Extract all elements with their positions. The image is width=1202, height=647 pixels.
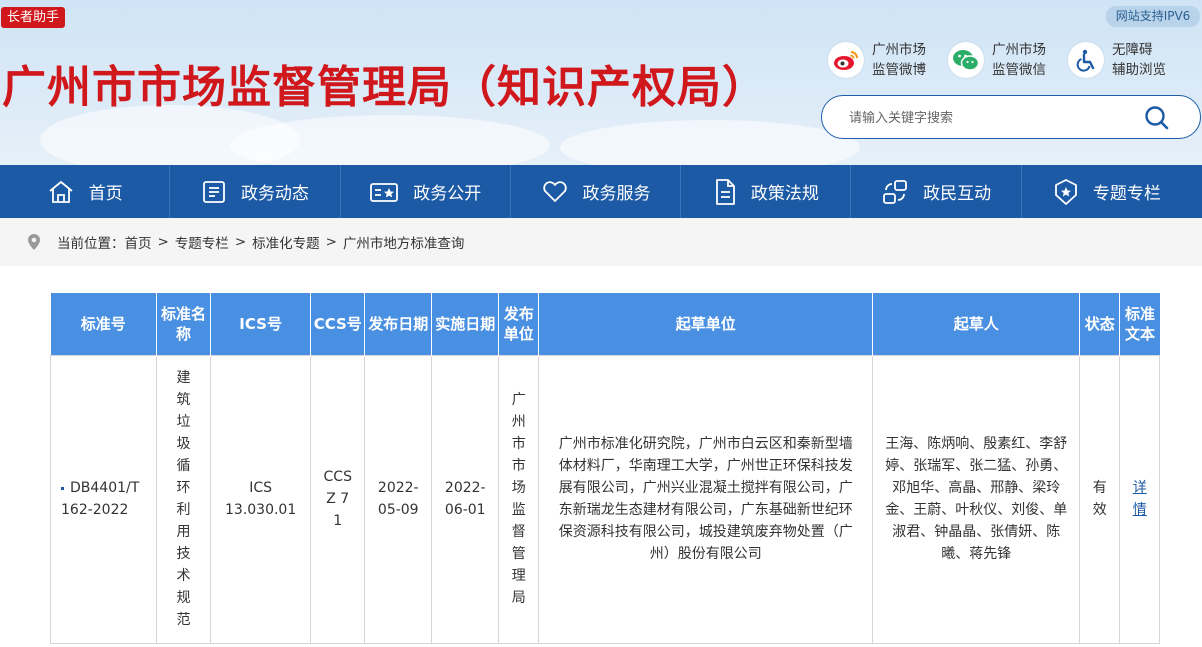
- col-header-ccs: CCS号: [310, 293, 366, 355]
- wechat-icon: [948, 42, 984, 78]
- cell-drafters: 王海、陈炳响、殷素红、李舒婷、张瑞军、张二猛、孙勇、邓旭华、高晶、邢静、梁玲金、…: [872, 354, 1081, 644]
- cell-standard-no: DB4401/T 162-2022: [50, 354, 157, 644]
- main-nav: 首页 政务动态 政务公开 政务服务 政策法规 政民互动 专题专栏: [0, 165, 1202, 218]
- nav-label: 政策法规: [750, 184, 819, 204]
- col-header-ics: ICS号: [210, 293, 312, 355]
- col-header-publisher: 发布单位: [498, 293, 540, 355]
- quick-link-line1: 广州市场: [872, 42, 926, 58]
- quick-link-line2: 监管微信: [992, 62, 1046, 78]
- breadcrumb-separator: >: [234, 234, 247, 250]
- cell-publish-date: 2022-05-09: [364, 354, 433, 644]
- ipv6-badge: 网站支持IPV6: [1106, 6, 1200, 27]
- home-icon: [49, 180, 73, 203]
- site-header: 长者助手 网站支持IPV6 广州市市场监督管理局（知识产权局） 广州市场 监管微…: [0, 0, 1202, 165]
- nav-news[interactable]: 政务动态: [170, 165, 341, 218]
- search-box: [821, 95, 1201, 139]
- standards-table: 标准号 标准名称 ICS号 CCS号 发布日期 实施日期 发布单位 起草单位 起…: [50, 293, 1161, 644]
- cell-drafting-units: 广州市标准化研究院，广州市白云区和秦新型墙体材料厂，华南理工大学，广州世正环保科…: [538, 354, 874, 644]
- nav-interaction[interactable]: 政民互动: [851, 165, 1022, 218]
- elder-assistant-button[interactable]: 长者助手: [1, 7, 66, 28]
- breadcrumb-separator: >: [157, 234, 169, 250]
- breadcrumb-current[interactable]: 广州市地方标准查询: [343, 232, 465, 252]
- header-decoration: [230, 115, 550, 165]
- weibo-icon: [828, 42, 864, 78]
- search-icon: [1145, 106, 1169, 130]
- nav-label: 首页: [88, 184, 123, 204]
- interaction-icon: [883, 179, 908, 204]
- standard-no-text: DB4401/T 162-2022: [61, 480, 140, 518]
- detail-link[interactable]: 详情: [1133, 480, 1147, 518]
- quick-link-wechat[interactable]: 广州市场 监管微信: [948, 40, 1054, 80]
- col-header-standard-no: 标准号: [50, 293, 157, 355]
- col-header-standard-name: 标准名称: [156, 293, 211, 355]
- cell-ccs: CCS Z 71: [310, 354, 366, 644]
- breadcrumb-separator: >: [325, 234, 337, 250]
- quick-link-line1: 广州市场: [992, 42, 1046, 58]
- col-header-publish-date: 发布日期: [364, 293, 433, 355]
- col-header-drafting-units: 起草单位: [538, 293, 874, 355]
- nav-topics[interactable]: 专题专栏: [1022, 165, 1192, 218]
- breadcrumb-topics[interactable]: 专题专栏: [175, 232, 229, 252]
- badge-icon: [1055, 178, 1077, 205]
- cell-ics: ICS 13.030.01: [209, 354, 312, 644]
- header-decoration: [560, 120, 860, 165]
- breadcrumb: 当前位置： 首页 > 专题专栏 > 标准化专题 > 广州市地方标准查询: [0, 218, 1202, 266]
- breadcrumb-prefix: 当前位置：: [57, 236, 125, 252]
- breadcrumb-standardization[interactable]: 标准化专题: [252, 232, 320, 252]
- disclosure-icon: [370, 182, 399, 202]
- cell-publisher: 广州市市场监督管理局: [498, 354, 540, 644]
- accessibility-icon: [1068, 42, 1104, 78]
- nav-home[interactable]: 首页: [0, 165, 171, 218]
- nav-label: 专题专栏: [1092, 184, 1161, 204]
- cell-text: 详情: [1119, 354, 1161, 644]
- breadcrumb-home[interactable]: 首页: [125, 232, 152, 252]
- table-header-row: 标准号 标准名称 ICS号 CCS号 发布日期 实施日期 发布单位 起草单位 起…: [50, 293, 1160, 355]
- col-header-status: 状态: [1079, 293, 1121, 355]
- nav-label: 政务公开: [413, 184, 482, 204]
- cell-implement-date: 2022-06-01: [431, 354, 500, 644]
- search-button[interactable]: [1132, 102, 1182, 134]
- bullet-icon: [61, 486, 64, 490]
- quick-link-line2: 监管微博: [872, 62, 926, 78]
- quick-link-weibo[interactable]: 广州市场 监管微博: [828, 40, 934, 80]
- cell-standard-name: 建筑垃圾循环利用技术规范: [156, 354, 211, 644]
- document-icon: [715, 178, 735, 205]
- nav-label: 政务服务: [582, 184, 651, 204]
- news-icon: [203, 180, 225, 203]
- col-header-drafters: 起草人: [872, 293, 1081, 355]
- quick-link-line1: 无障碍: [1112, 42, 1153, 58]
- site-title[interactable]: 广州市市场监督管理局（知识产权局）: [2, 58, 767, 118]
- nav-label: 政务动态: [240, 184, 309, 204]
- nav-disclosure[interactable]: 政务公开: [341, 165, 511, 218]
- heart-icon: [542, 180, 567, 202]
- nav-regulations[interactable]: 政策法规: [681, 165, 852, 218]
- location-pin-icon: [28, 234, 40, 250]
- col-header-implement-date: 实施日期: [431, 293, 500, 355]
- quick-link-accessibility[interactable]: 无障碍 辅助浏览: [1068, 40, 1174, 80]
- table-row: DB4401/T 162-2022 建筑垃圾循环利用技术规范 ICS 13.03…: [50, 354, 1161, 644]
- col-header-text: 标准文本: [1119, 293, 1160, 355]
- search-input[interactable]: [849, 107, 1129, 129]
- quick-link-line2: 辅助浏览: [1112, 62, 1166, 78]
- cell-status: 有效: [1079, 354, 1121, 644]
- nav-label: 政民互动: [923, 184, 992, 204]
- nav-services[interactable]: 政务服务: [511, 165, 682, 218]
